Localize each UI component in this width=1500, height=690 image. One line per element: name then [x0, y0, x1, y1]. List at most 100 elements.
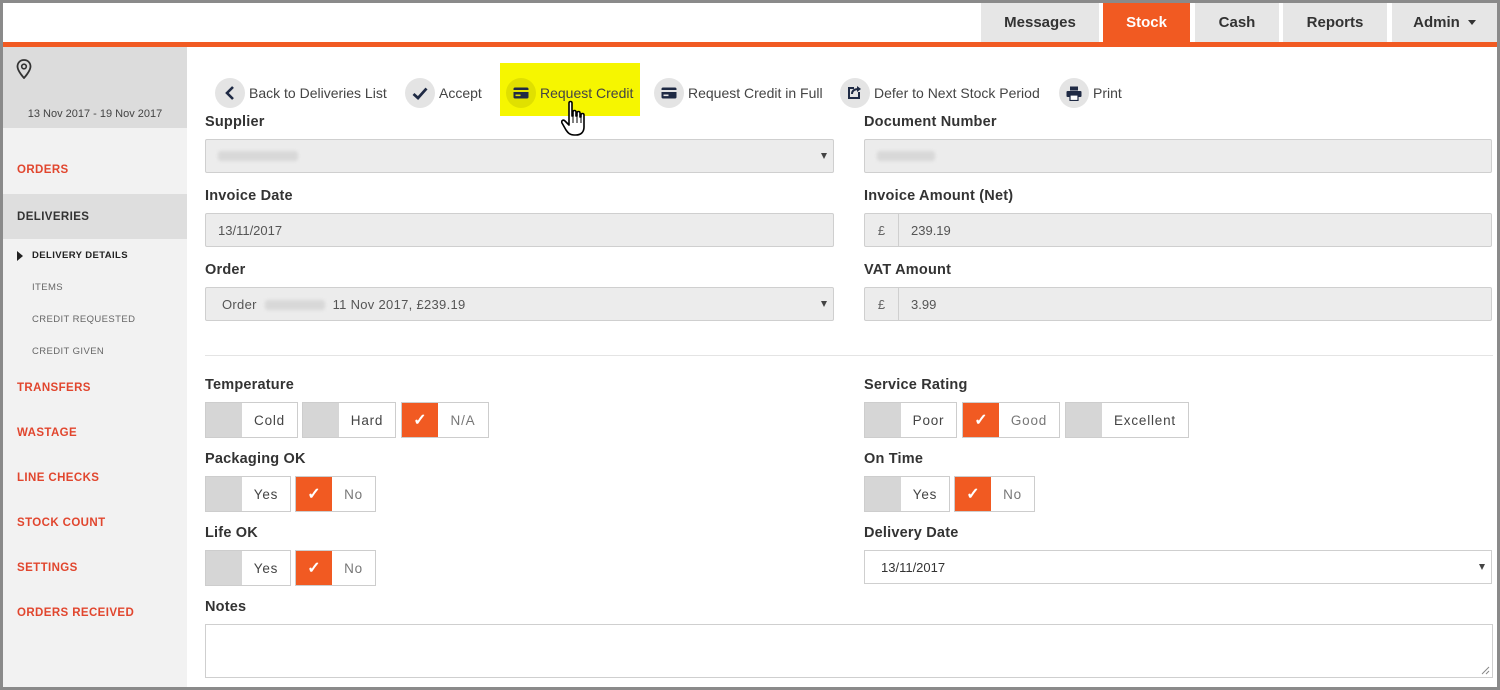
action-label: Back to Deliveries List: [249, 85, 387, 101]
toggle-label: No: [1003, 486, 1022, 502]
nav-tab-admin[interactable]: Admin: [1392, 3, 1497, 42]
check-icon: ✓: [963, 403, 999, 437]
toggle-label: Yes: [253, 560, 279, 576]
toggle-label: Cold: [254, 412, 285, 428]
nav-tab-label: Reports: [1306, 14, 1364, 31]
document-number-label: Document Number: [864, 114, 997, 130]
nav-tab-reports[interactable]: Reports: [1283, 3, 1387, 42]
toggle-box: [1066, 403, 1102, 437]
on-time-yes-toggle[interactable]: Yes: [864, 476, 950, 512]
sidebar-item-wastage[interactable]: WASTAGE: [3, 427, 187, 439]
caret-down-icon: [1479, 564, 1485, 570]
toggle-label: No: [344, 486, 363, 502]
packaging-ok-label: Packaging OK: [205, 451, 306, 467]
toggle-label: Yes: [912, 486, 938, 502]
section-divider: [205, 355, 1493, 356]
order-select[interactable]: Order 11 Nov 2017, £239.19: [205, 287, 834, 321]
toggle-box: [206, 477, 242, 511]
invoice-date-value: 13/11/2017: [218, 222, 283, 238]
temperature-label: Temperature: [205, 377, 294, 393]
sidebar-item-stock-count[interactable]: STOCK COUNT: [3, 517, 187, 529]
sidebar-sub-delivery-details[interactable]: DELIVERY DETAILS: [32, 250, 128, 261]
temperature-na-toggle[interactable]: ✓ N/A: [401, 402, 489, 438]
sidebar-item-orders[interactable]: ORDERS: [3, 164, 187, 176]
period-selector[interactable]: 13 Nov 2017 - 19 Nov 2017: [3, 47, 187, 128]
life-yes-toggle[interactable]: Yes: [205, 550, 291, 586]
toggle-label: Hard: [350, 412, 384, 428]
temperature-cold-toggle[interactable]: Cold: [205, 402, 298, 438]
resize-grip-icon[interactable]: [1481, 666, 1490, 675]
supplier-select[interactable]: [205, 139, 834, 173]
accept-button[interactable]: Accept: [405, 77, 482, 109]
toggle-label: Poor: [912, 412, 945, 428]
order-label: Order: [205, 262, 246, 278]
action-label: Accept: [439, 85, 482, 101]
sidebar-item-deliveries[interactable]: DELIVERIES: [3, 194, 187, 239]
defer-to-next-period-button[interactable]: Defer to Next Stock Period: [840, 77, 1040, 109]
nav-tab-label: Stock: [1126, 14, 1167, 31]
delivery-date-value: 13/11/2017: [881, 559, 946, 575]
document-number-field[interactable]: [864, 139, 1492, 173]
check-icon: ✓: [955, 477, 991, 511]
date-range: 13 Nov 2017 - 19 Nov 2017: [27, 108, 163, 120]
delivery-date-label: Delivery Date: [864, 525, 959, 541]
invoice-amount-label: Invoice Amount (Net): [864, 188, 1014, 204]
packaging-yes-toggle[interactable]: Yes: [205, 476, 291, 512]
sidebar-sub-credit-given[interactable]: CREDIT GIVEN: [32, 346, 104, 357]
nav-tab-stock[interactable]: Stock: [1103, 3, 1190, 42]
service-good-toggle[interactable]: ✓ Good: [962, 402, 1060, 438]
vat-amount-value: 3.99: [911, 296, 937, 312]
app-frame: Messages Stock Cash Reports Admin 13 Nov…: [0, 0, 1500, 690]
redacted-value: [264, 300, 325, 311]
toggle-label: No: [344, 560, 363, 576]
chevron-down-icon: [1467, 20, 1476, 25]
toggle-box: [206, 551, 242, 585]
caret-right-icon: [17, 251, 23, 261]
nav-tab-cash[interactable]: Cash: [1195, 3, 1279, 42]
print-button[interactable]: Print: [1059, 77, 1122, 109]
main-content: Back to Deliveries List Accept Request C…: [187, 47, 1497, 687]
toggle-box: [206, 403, 242, 437]
sidebar: 13 Nov 2017 - 19 Nov 2017 ORDERS DELIVER…: [3, 47, 187, 687]
print-icon: [1059, 78, 1089, 108]
invoice-amount-field[interactable]: £ 239.19: [864, 213, 1492, 247]
invoice-date-label: Invoice Date: [205, 188, 293, 204]
toggle-label: Excellent: [1114, 412, 1176, 428]
vat-amount-field[interactable]: £ 3.99: [864, 287, 1492, 321]
toggle-label: Good: [1010, 412, 1048, 428]
sidebar-item-transfers[interactable]: TRANSFERS: [3, 382, 187, 394]
top-nav: Messages Stock Cash Reports Admin: [3, 3, 1497, 47]
redacted-value: [218, 150, 298, 161]
toggle-label: N/A: [450, 412, 476, 428]
delivery-date-select[interactable]: 13/11/2017: [864, 550, 1492, 584]
order-summary: 11 Nov 2017, £239.19: [332, 296, 466, 312]
service-excellent-toggle[interactable]: Excellent: [1065, 402, 1189, 438]
sidebar-item-orders-received[interactable]: ORDERS RECEIVED: [3, 607, 187, 619]
invoice-date-field[interactable]: 13/11/2017: [205, 213, 834, 247]
sidebar-item-settings[interactable]: SETTINGS: [3, 562, 187, 574]
sidebar-item-line-checks[interactable]: LINE CHECKS: [3, 472, 187, 484]
chevron-left-icon: [215, 78, 245, 108]
toggle-box: [303, 403, 339, 437]
caret-down-icon: [821, 153, 827, 159]
notes-label: Notes: [205, 599, 247, 615]
supplier-label: Supplier: [205, 114, 265, 130]
notes-textarea[interactable]: [205, 624, 1493, 678]
back-to-deliveries-button[interactable]: Back to Deliveries List: [215, 77, 387, 109]
sidebar-sub-credit-requested[interactable]: CREDIT REQUESTED: [32, 314, 135, 325]
life-no-toggle[interactable]: ✓ No: [295, 550, 376, 586]
packaging-no-toggle[interactable]: ✓ No: [295, 476, 376, 512]
action-label: Request Credit in Full: [688, 85, 823, 101]
nav-tab-messages[interactable]: Messages: [981, 3, 1099, 42]
nav-tab-label: Cash: [1218, 14, 1256, 31]
toggle-box: [865, 403, 901, 437]
share-icon: [840, 78, 870, 108]
request-credit-in-full-button[interactable]: Request Credit in Full: [654, 77, 823, 109]
service-poor-toggle[interactable]: Poor: [864, 402, 957, 438]
on-time-label: On Time: [864, 451, 924, 467]
on-time-no-toggle[interactable]: ✓ No: [954, 476, 1035, 512]
location-pin-icon: [16, 59, 32, 79]
sidebar-sub-items[interactable]: ITEMS: [32, 282, 63, 293]
nav-tab-label: Admin: [1413, 14, 1460, 31]
temperature-hard-toggle[interactable]: Hard: [302, 402, 396, 438]
